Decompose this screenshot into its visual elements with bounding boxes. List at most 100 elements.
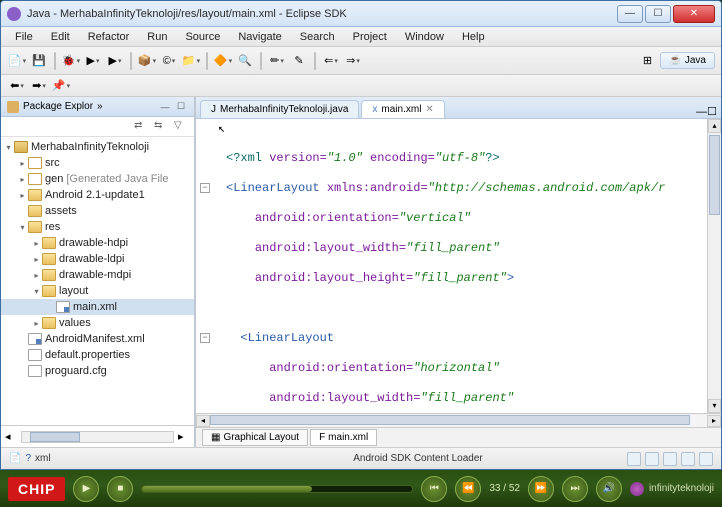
open-type-button[interactable]: 🔶 [213,51,233,71]
twisty-icon[interactable]: ▾ [31,287,42,296]
rewind-button[interactable]: ⏪ [455,476,481,502]
forward-button[interactable]: ⇒ [343,51,363,71]
scroll-thumb[interactable] [709,135,720,215]
tree-proguard[interactable]: proguard.cfg [45,365,107,377]
tab-graphical-layout[interactable]: ▦Graphical Layout [202,429,308,446]
menu-edit[interactable]: Edit [43,29,78,45]
scroll-right-button[interactable]: ▸ [707,415,721,427]
scroll-up-button[interactable]: ▴ [708,119,721,133]
maximize-button[interactable]: ☐ [645,5,671,23]
tree-values[interactable]: values [59,317,91,329]
twisty-icon[interactable]: ▸ [17,175,28,184]
stop-button[interactable]: ■ [107,476,133,502]
menu-refactor[interactable]: Refactor [80,29,138,45]
scroll-left-button[interactable]: ◂ [196,415,210,427]
horizontal-scrollbar[interactable]: ◂ ▸ [196,413,721,427]
minimize-editor-button[interactable]: — [696,106,707,118]
new-class-button[interactable]: © [159,51,179,71]
run-last-button[interactable]: ▶ [105,51,125,71]
debug-button[interactable]: 🐞 [61,51,81,71]
task-button[interactable]: ✎ [289,51,309,71]
tree-assets[interactable]: assets [45,205,77,217]
play-button[interactable]: ▶ [73,476,99,502]
perspective-java[interactable]: ☕Java [660,52,715,69]
back-button[interactable]: ⇐ [321,51,341,71]
close-button[interactable]: ✕ [673,5,715,23]
tree-drawable-mdpi[interactable]: drawable-mdpi [59,269,131,281]
run-button[interactable]: ▶ [83,51,103,71]
history-forward-button[interactable]: ➡ [29,76,49,96]
status-icon[interactable] [645,452,659,466]
scroll-down-button[interactable]: ▾ [708,399,721,413]
tab-java-file[interactable]: JMerhabaInfinityTeknoloji.java [200,100,359,118]
minimize-button[interactable]: — [617,5,643,23]
menu-navigate[interactable]: Navigate [230,29,289,45]
twisty-icon[interactable]: ▸ [31,239,42,248]
new-button[interactable]: 📄 [7,51,27,71]
fold-icon[interactable]: − [200,333,210,343]
view-chevron-icon[interactable]: » [97,101,103,112]
save-button[interactable]: 💾 [29,51,49,71]
tab-xml-file[interactable]: xmain.xml✕ [361,100,444,118]
pin-button[interactable]: 📌 [51,76,71,96]
maximize-editor-button[interactable]: ☐ [707,105,717,118]
forward-button[interactable]: ⏩ [528,476,554,502]
menu-help[interactable]: Help [454,29,493,45]
twisty-icon[interactable]: ▸ [31,319,42,328]
open-perspective-button[interactable]: ⊞ [637,51,657,71]
tree-project[interactable]: MerhabaInfinityTeknoloji [31,141,149,153]
twisty-icon[interactable]: ▾ [3,143,14,152]
annotate-button[interactable]: ✏ [267,51,287,71]
collapse-all-button[interactable]: ⇄ [134,120,148,134]
scroll-right-button[interactable]: ▸ [178,430,190,443]
menu-source[interactable]: Source [177,29,228,45]
status-icon[interactable] [681,452,695,466]
menu-run[interactable]: Run [139,29,175,45]
prev-button[interactable]: ⏮ [421,476,447,502]
maximize-view-button[interactable]: ☐ [174,100,188,114]
twisty-icon[interactable]: ▸ [17,191,28,200]
twisty-icon[interactable]: ▾ [17,223,28,232]
menu-project[interactable]: Project [345,29,395,45]
link-editor-button[interactable]: ⇆ [154,120,168,134]
menu-search[interactable]: Search [292,29,343,45]
view-menu-button[interactable]: ▽ [174,120,188,134]
status-icon[interactable] [663,452,677,466]
tree-res[interactable]: res [45,221,60,233]
vertical-scrollbar[interactable]: ▴ ▾ [707,119,721,413]
new-folder-button[interactable]: 📁 [181,51,201,71]
tree-drawable-hdpi[interactable]: drawable-hdpi [59,237,128,249]
history-back-button[interactable]: ⬅ [7,76,27,96]
tree-android[interactable]: Android 2.1-update1 [45,189,145,201]
explorer-scrollbar[interactable]: ◂ ▸ [1,425,194,447]
tree-gen[interactable]: gen [45,173,63,185]
scroll-thumb[interactable] [30,432,80,442]
twisty-icon[interactable]: ▸ [31,271,42,280]
code-editor[interactable]: ↖ <?xml version="1.0" encoding="utf-8"?>… [196,119,721,427]
close-tab-icon[interactable]: ✕ [425,104,433,115]
status-icon[interactable] [627,452,641,466]
twisty-icon[interactable]: ▸ [17,159,28,168]
progress-bar[interactable] [141,485,413,493]
separator [314,52,316,70]
minimize-view-button[interactable]: — [158,100,172,114]
twisty-icon[interactable]: ▸ [31,255,42,264]
status-icon[interactable] [699,452,713,466]
project-tree[interactable]: ▾MerhabaInfinityTeknoloji ▸src ▸gen[Gene… [1,137,194,425]
menu-file[interactable]: File [7,29,41,45]
tree-drawable-ldpi[interactable]: drawable-ldpi [59,253,124,265]
fold-icon[interactable]: − [200,183,210,193]
new-package-button[interactable]: 📦 [137,51,157,71]
tree-layout[interactable]: layout [59,285,88,297]
tree-main-xml[interactable]: main.xml [73,301,117,313]
next-button[interactable]: ⏭ [562,476,588,502]
volume-button[interactable]: 🔊 [596,476,622,502]
menu-window[interactable]: Window [397,29,452,45]
scroll-thumb[interactable] [210,415,690,425]
tab-source[interactable]: Fmain.xml [310,429,377,446]
scroll-left-button[interactable]: ◂ [5,430,17,443]
tree-default-properties[interactable]: default.properties [45,349,130,361]
search-button[interactable]: 🔍 [235,51,255,71]
tree-manifest[interactable]: AndroidManifest.xml [45,333,145,345]
tree-src[interactable]: src [45,157,60,169]
